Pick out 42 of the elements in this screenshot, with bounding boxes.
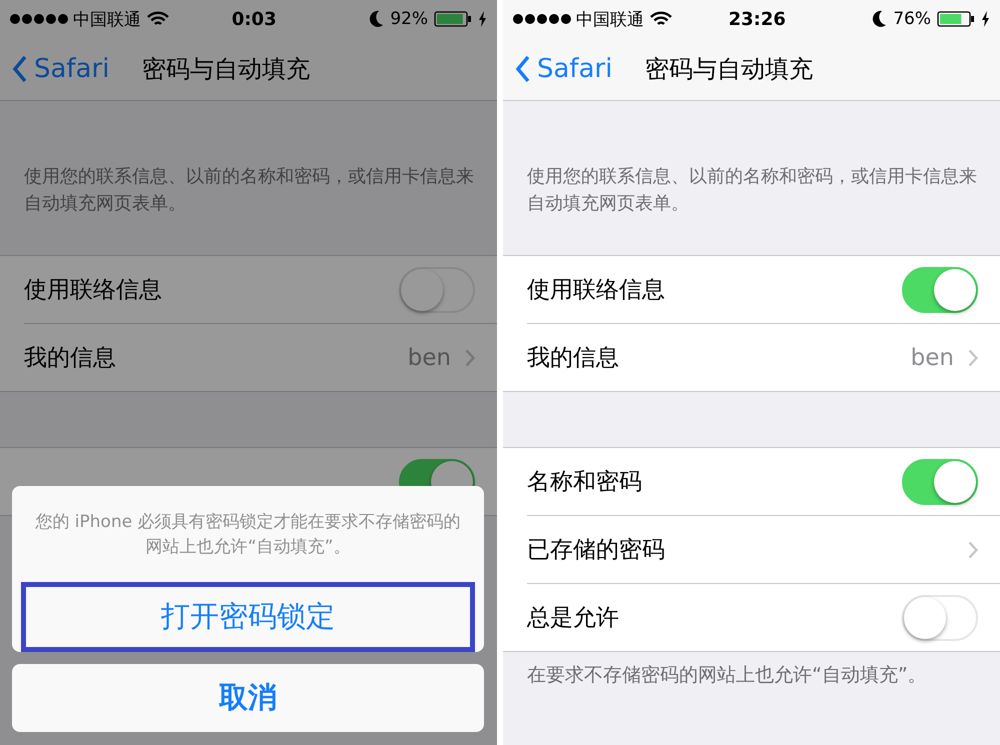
wifi-icon [147,11,169,27]
sheet-message: 您的 iPhone 必须具有密码锁定才能在要求不存储密码的网站上也允许“自动填充”。 [34,511,462,559]
moon-icon [368,10,384,28]
section-footnote: 在要求不存储密码的网站上也允许“自动填充”。 [526,663,928,688]
action-button[interactable]: 打开密码锁定 [21,582,475,652]
row-label: 总是允许 [527,604,620,633]
chevron-right-icon [465,348,475,366]
row-value: ben [408,344,451,370]
clock-time: 23:26 [727,8,787,30]
chevron-left-icon [12,55,28,83]
row-label: 我的信息 [24,344,117,373]
chevron-right-icon [968,348,978,366]
toggle-switch[interactable] [902,458,978,504]
charging-icon [981,11,990,27]
back-button[interactable]: Safari [12,54,142,84]
clock-time: 0:03 [230,8,278,30]
wifi-icon [650,11,672,27]
row-label: 我的信息 [527,344,620,373]
battery-icon [937,10,975,28]
battery-percent: 76% [893,9,931,29]
battery-percent: 92% [390,9,428,29]
row-label: 使用联络信息 [527,276,666,305]
row-label: 使用联络信息 [24,276,163,305]
row-label: 名称和密码 [527,468,643,497]
page-title: 密码与自动填充 [142,54,310,85]
chevron-right-icon [968,540,978,558]
carrier-name: 中国联通 [73,8,141,30]
signal-icon [10,14,68,24]
battery-icon [434,10,472,28]
charging-icon [478,11,487,27]
moon-icon [871,10,888,28]
section-description: 使用您的联系信息、以前的名称和密码，或信用卡信息来自动填充网页表单。 [526,165,978,216]
signal-icon [513,14,571,24]
carrier-name: 中国联通 [576,8,644,30]
row-label: 已存储的密码 [527,536,666,565]
section-description: 使用您的联系信息、以前的名称和密码，或信用卡信息来自动填充网页表单。 [23,165,475,216]
row-value: ben [910,344,954,370]
page-title: 密码与自动填充 [645,54,813,85]
chevron-left-icon [515,55,531,83]
cancel-button[interactable]: 取消 [12,664,484,732]
toggle-switch[interactable] [902,266,978,312]
back-button[interactable]: Safari [515,54,645,84]
